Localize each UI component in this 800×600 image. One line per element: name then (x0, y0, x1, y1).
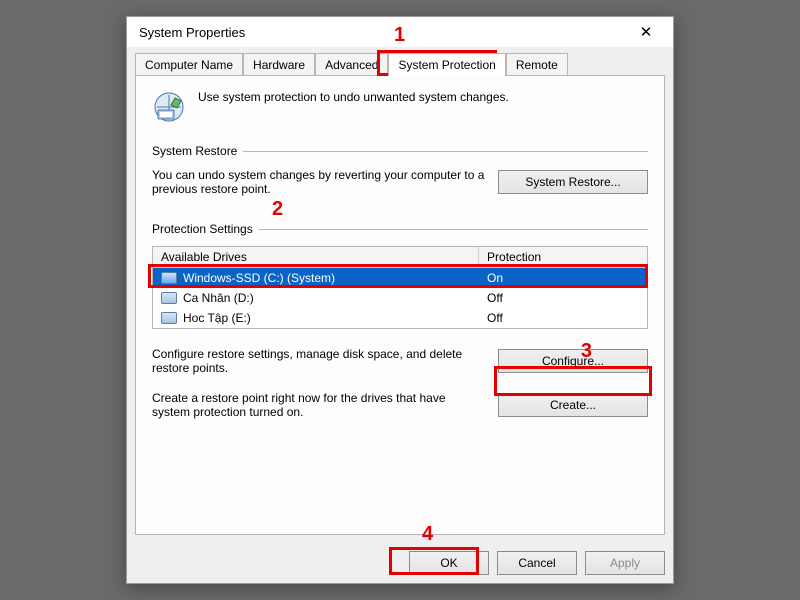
system-properties-window: System Properties ✕ Computer Name Hardwa… (126, 16, 674, 584)
window-title: System Properties (139, 25, 245, 40)
group-title-restore: System Restore (152, 144, 237, 158)
system-protection-icon (152, 90, 186, 124)
drive-protection: Off (479, 288, 647, 308)
tab-remote[interactable]: Remote (506, 53, 568, 76)
intro-text: Use system protection to undo unwanted s… (198, 90, 509, 124)
group-system-restore: System Restore You can undo system chang… (152, 144, 648, 196)
configure-button[interactable]: Configure... (498, 349, 648, 373)
divider (259, 229, 648, 230)
drive-row-d[interactable]: Ca Nhân (D:) Off (153, 288, 647, 308)
configure-desc: Configure restore settings, manage disk … (152, 347, 486, 375)
col-header-drives: Available Drives (153, 247, 479, 267)
drives-listbox[interactable]: Available Drives Protection Windows-SSD … (152, 246, 648, 329)
drive-icon (161, 292, 177, 304)
divider (243, 151, 648, 152)
create-desc: Create a restore point right now for the… (152, 391, 486, 419)
tab-hardware[interactable]: Hardware (243, 53, 315, 76)
drive-name: Hoc Tập (E:) (183, 311, 251, 325)
cancel-button[interactable]: Cancel (497, 551, 577, 575)
create-button[interactable]: Create... (498, 393, 648, 417)
drive-name: Windows-SSD (C:) (System) (183, 271, 335, 285)
tab-body-system-protection: Use system protection to undo unwanted s… (135, 75, 665, 535)
col-header-protection: Protection (479, 247, 647, 267)
drive-row-e[interactable]: Hoc Tập (E:) Off (153, 308, 647, 328)
drive-row-c[interactable]: Windows-SSD (C:) (System) On (153, 268, 647, 288)
dialog-footer: OK Cancel Apply 4 (127, 543, 673, 583)
drive-name: Ca Nhân (D:) (183, 291, 254, 305)
system-restore-button[interactable]: System Restore... (498, 170, 648, 194)
restore-desc: You can undo system changes by reverting… (152, 168, 486, 196)
drive-protection: On (479, 268, 647, 288)
group-protection-settings: Protection Settings Available Drives Pro… (152, 222, 648, 419)
group-title-protection: Protection Settings (152, 222, 253, 236)
client-area: Computer Name Hardware Advanced System P… (127, 47, 673, 543)
annotation-number-2: 2 (272, 198, 283, 221)
drive-icon (161, 272, 177, 284)
tab-computer-name[interactable]: Computer Name (135, 53, 243, 76)
intro-row: Use system protection to undo unwanted s… (152, 90, 648, 124)
drive-protection: Off (479, 308, 647, 328)
apply-button: Apply (585, 551, 665, 575)
close-button[interactable]: ✕ (625, 19, 667, 45)
list-header: Available Drives Protection (153, 247, 647, 268)
drive-icon (161, 312, 177, 324)
tab-advanced[interactable]: Advanced (315, 53, 388, 76)
ok-button[interactable]: OK (409, 551, 489, 575)
tab-row: Computer Name Hardware Advanced System P… (135, 53, 665, 76)
titlebar: System Properties ✕ (127, 17, 673, 47)
close-icon: ✕ (640, 23, 653, 41)
tab-system-protection[interactable]: System Protection (388, 53, 505, 76)
